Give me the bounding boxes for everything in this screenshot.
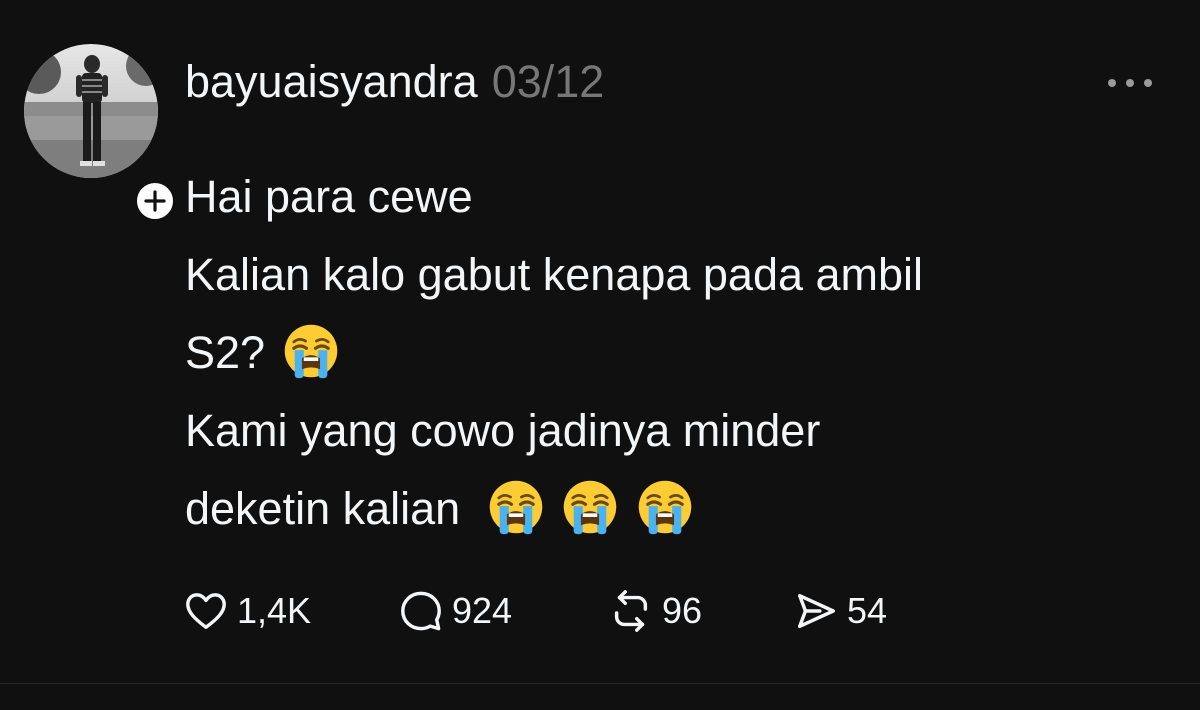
plus-icon (144, 190, 166, 212)
repost-icon (614, 590, 648, 632)
like-button[interactable]: 1,4K (183, 588, 398, 634)
post-text-line-1: Hai para cewe (185, 171, 473, 222)
reply-count: 924 (452, 590, 513, 631)
like-count: 1,4K (237, 590, 312, 631)
post-text-line-2: Kalian kalo gabut kenapa pada ambil (185, 249, 924, 300)
post-text-line-5: deketin kalian (185, 470, 1175, 548)
post-text-line-3: S2? (185, 314, 1175, 392)
thread-post: bayuaisyandra 03/12 Hai para cewe Kalian… (0, 0, 1200, 685)
post-text-line-4: Kami yang cowo jadinya minder (185, 405, 821, 456)
avatar-container (24, 44, 178, 224)
post-body: Hai para cewe Kalian kalo gabut kenapa p… (185, 158, 1175, 548)
loudly-crying-face-icon (282, 322, 340, 380)
comment-bubble-icon (401, 591, 441, 631)
post-header: bayuaisyandra 03/12 (185, 56, 604, 116)
follow-button[interactable] (132, 178, 178, 224)
loudly-crying-face-icon (636, 478, 694, 536)
more-options-button[interactable] (1100, 66, 1160, 100)
post-timestamp: 03/12 (491, 56, 605, 107)
avatar[interactable] (24, 44, 158, 178)
share-count: 54 (847, 590, 888, 631)
repost-button[interactable]: 96 (608, 588, 793, 634)
username[interactable]: bayuaisyandra (185, 56, 478, 108)
share-button[interactable]: 54 (793, 588, 933, 634)
more-horizontal-icon (1108, 79, 1152, 87)
post-actions: 1,4K 924 96 54 (183, 586, 933, 636)
heart-icon (186, 593, 226, 630)
loudly-crying-face-icon (561, 478, 619, 536)
reply-button[interactable]: 924 (398, 588, 608, 634)
post-divider (0, 683, 1200, 684)
loudly-crying-face-icon (487, 478, 545, 536)
send-icon (797, 593, 835, 629)
repost-count: 96 (662, 590, 703, 631)
